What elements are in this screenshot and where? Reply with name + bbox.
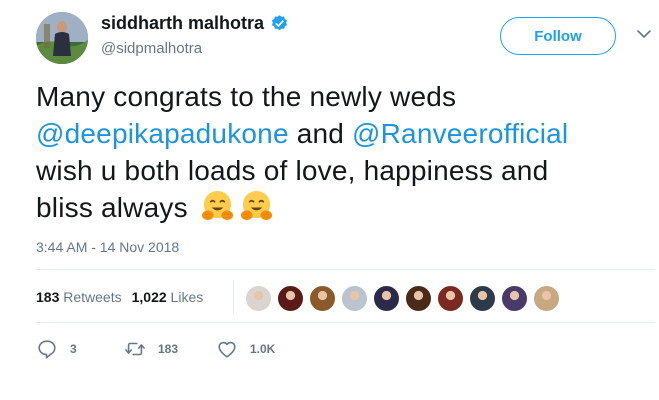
follow-button[interactable]: Follow bbox=[500, 17, 616, 55]
tweet-line: bliss always bbox=[36, 189, 636, 226]
liker-avatar[interactable] bbox=[245, 285, 272, 312]
hugging-face-emoji-icon bbox=[240, 190, 272, 221]
tweet-line: @deepikapadukone and @Ranveerofficial bbox=[36, 115, 636, 152]
liker-avatar[interactable] bbox=[405, 285, 432, 312]
hugging-face-emoji-icon bbox=[201, 190, 233, 221]
liker-avatar[interactable] bbox=[533, 285, 560, 312]
tweet-timestamp[interactable]: 3:44 AM - 14 Nov 2018 bbox=[36, 239, 179, 255]
like-count: 1.0K bbox=[250, 342, 276, 356]
retweets-label: Retweets bbox=[63, 289, 122, 305]
tweet-actions: 3 183 1.0K bbox=[36, 338, 275, 360]
tweet-line: Many congrats to the newly weds bbox=[36, 81, 457, 112]
chevron-down-icon[interactable] bbox=[636, 28, 652, 40]
liker-avatar[interactable] bbox=[501, 285, 528, 312]
tweet-text-fragment: and bbox=[288, 118, 352, 149]
divider bbox=[36, 269, 655, 270]
retweets-stat[interactable]: 183 Retweets bbox=[36, 289, 122, 305]
tweet-stats: 183 Retweets 1,022 Likes bbox=[36, 289, 203, 305]
reply-count: 3 bbox=[70, 342, 77, 356]
retweet-icon bbox=[125, 342, 145, 356]
verified-badge-icon bbox=[272, 15, 288, 31]
display-name[interactable]: siddharth malhotra bbox=[101, 13, 289, 34]
liker-avatars bbox=[245, 285, 565, 312]
reply-button[interactable]: 3 bbox=[36, 338, 124, 360]
heart-icon bbox=[218, 341, 236, 358]
liker-avatar[interactable] bbox=[373, 285, 400, 312]
retweets-count: 183 bbox=[36, 289, 60, 305]
likes-stat[interactable]: 1,022 Likes bbox=[132, 289, 204, 305]
reply-bubble-icon bbox=[38, 340, 56, 359]
tweet-text: Many congrats to the newly weds @deepika… bbox=[36, 78, 636, 226]
user-handle[interactable]: @sidpmalhotra bbox=[101, 40, 202, 57]
tweet-text-fragment: bliss always bbox=[36, 192, 188, 223]
like-button[interactable]: 1.0K bbox=[216, 338, 275, 360]
retweet-button[interactable]: 183 bbox=[124, 338, 216, 360]
liker-avatar[interactable] bbox=[469, 285, 496, 312]
liker-avatar[interactable] bbox=[437, 285, 464, 312]
stats-separator bbox=[233, 280, 234, 314]
display-name-text[interactable]: siddharth malhotra bbox=[101, 13, 264, 34]
liker-avatar[interactable] bbox=[341, 285, 368, 312]
divider bbox=[36, 322, 655, 323]
user-avatar[interactable] bbox=[36, 12, 88, 64]
mention-link[interactable]: @Ranveerofficial bbox=[352, 118, 568, 149]
tweet-line: wish u both loads of love, happiness and bbox=[36, 155, 549, 186]
mention-link[interactable]: @deepikapadukone bbox=[36, 118, 289, 149]
likes-label: Likes bbox=[170, 289, 204, 305]
liker-avatar[interactable] bbox=[309, 285, 336, 312]
likes-count: 1,022 bbox=[131, 289, 167, 305]
liker-avatar[interactable] bbox=[277, 285, 304, 312]
retweet-count: 183 bbox=[158, 342, 179, 356]
